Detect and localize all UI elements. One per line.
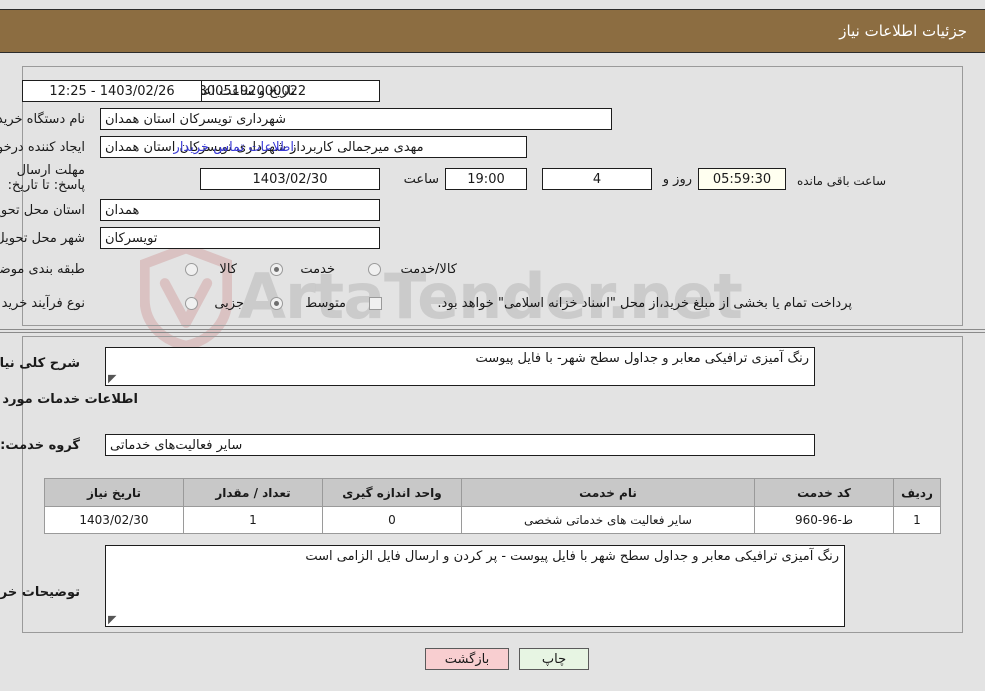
- purchase-type-label: نوع فرآیند خرید :: [0, 296, 85, 311]
- service-group-label: گروه خدمت:: [0, 438, 80, 453]
- col-quantity: تعداد / مقدار: [183, 478, 323, 507]
- buyer-contact-link[interactable]: اطلاعات تماس خریدار: [174, 140, 294, 156]
- category-label: طبقه بندی موضوعی:: [0, 262, 85, 277]
- service-group-value: سایر فعالیت‌های خدماتی: [105, 434, 815, 456]
- radio-category-kala[interactable]: [185, 263, 198, 276]
- radio-category-khedmat[interactable]: [270, 263, 283, 276]
- creator-label: ایجاد کننده درخواست:: [0, 140, 85, 155]
- print-button[interactable]: چاپ: [519, 648, 589, 670]
- buyer-notes-label: توضیحات خریدار:: [0, 585, 80, 600]
- page-header: جزئیات اطلاعات نیاز: [0, 9, 985, 53]
- cell-service-name: سایر فعالیت های خدماتی شخصی: [461, 506, 755, 534]
- buyer-notes-textarea[interactable]: رنگ آمیزی ترافیکی معابر و جداول سطح شهر …: [105, 545, 845, 627]
- divider-bottom: [0, 332, 985, 333]
- col-need-date: تاریخ نیاز: [44, 478, 184, 507]
- timer-suffix-label: ساعت باقی مانده: [796, 174, 886, 188]
- general-description-label: شرح کلی نیاز:: [0, 356, 80, 371]
- remaining-days-value: 4: [542, 168, 652, 190]
- public-announce-value: 1403/02/26 - 12:25: [22, 80, 202, 102]
- cell-row: 1: [893, 506, 941, 534]
- cell-need-date: 1403/02/30: [44, 506, 184, 534]
- deadline-date-value: 1403/02/30: [200, 168, 380, 190]
- deadline-hour-label: ساعت: [403, 172, 439, 187]
- divider-top: [0, 329, 985, 330]
- general-description-textarea[interactable]: رنگ آمیزی ترافیکی معابر و جداول سطح شهر-…: [105, 347, 815, 386]
- services-table: ردیف کد خدمت نام خدمت واحد اندازه گیری ت…: [44, 478, 941, 534]
- creator-value: مهدی میرجمالی کاربرداز شهرداری تویسرکان …: [100, 136, 527, 158]
- resize-grip-icon-notes[interactable]: ◥: [108, 613, 118, 626]
- col-service-code: کد خدمت: [754, 478, 894, 507]
- page-title: جزئیات اطلاعات نیاز: [839, 22, 967, 40]
- deadline-hour-value: 19:00: [445, 168, 527, 190]
- province-label: استان محل تحویل:: [0, 203, 85, 218]
- cell-service-code: ط-96-960: [754, 506, 894, 534]
- radio-category-kala-khedmat[interactable]: [368, 263, 381, 276]
- city-label: شهر محل تحویل:: [0, 231, 85, 246]
- radio-purchase-motavaset-label: متوسط: [305, 296, 346, 311]
- treasury-checkbox[interactable]: [369, 297, 382, 310]
- resize-grip-icon[interactable]: ◥: [108, 372, 118, 385]
- col-service-name: نام خدمت: [461, 478, 755, 507]
- radio-purchase-jozei[interactable]: [185, 297, 198, 310]
- radio-category-kala-label: کالا: [219, 262, 237, 277]
- col-unit: واحد اندازه گیری: [322, 478, 462, 507]
- treasury-checkbox-label: پرداخت تمام یا بخشی از مبلغ خرید،از محل …: [437, 296, 852, 311]
- buyer-org-label: نام دستگاه خریدار:: [0, 112, 85, 127]
- page-root: ArtaTender.net جزئیات اطلاعات نیاز شماره…: [0, 0, 985, 691]
- col-row: ردیف: [893, 478, 941, 507]
- general-description-value: رنگ آمیزی ترافیکی معابر و جداول سطح شهر-…: [475, 351, 809, 366]
- deadline-label: مهلت ارسال پاسخ: تا تاریخ:: [7, 163, 85, 193]
- back-button[interactable]: بازگشت: [425, 648, 509, 670]
- remaining-days-unit: روز و: [662, 172, 692, 187]
- table-header-row: ردیف کد خدمت نام خدمت واحد اندازه گیری ت…: [44, 478, 941, 507]
- province-value: همدان: [100, 199, 380, 221]
- cell-unit: 0: [322, 506, 462, 534]
- city-value: تویسرکان: [100, 227, 380, 249]
- radio-category-khedmat-label: خدمت: [300, 262, 335, 277]
- radio-purchase-jozei-label: جزیی: [214, 296, 244, 311]
- cell-quantity: 1: [183, 506, 323, 534]
- buyer-org-value: شهرداری تویسرکان استان همدان: [100, 108, 612, 130]
- table-row: 1 ط-96-960 سایر فعالیت های خدماتی شخصی 0…: [44, 506, 941, 534]
- countdown-timer: 05:59:30: [698, 168, 786, 190]
- radio-category-kala-khedmat-label: کالا/خدمت: [400, 262, 457, 277]
- services-section-title: اطلاعات خدمات مورد نیاز: [0, 392, 138, 407]
- radio-purchase-motavaset[interactable]: [270, 297, 283, 310]
- buyer-notes-value: رنگ آمیزی ترافیکی معابر و جداول سطح شهر …: [305, 549, 839, 564]
- summary-panel: [22, 66, 963, 326]
